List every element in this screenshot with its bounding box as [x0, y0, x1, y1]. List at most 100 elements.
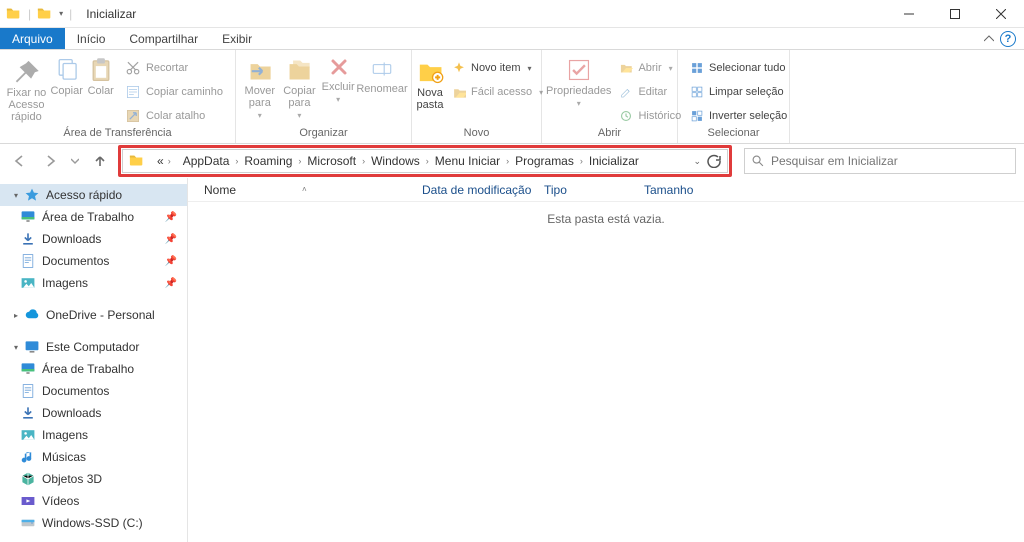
download-icon: [20, 231, 36, 247]
paste-button[interactable]: Colar: [84, 53, 117, 97]
quick-access[interactable]: ▾Acesso rápido: [0, 184, 187, 206]
open-button[interactable]: Abrir▾: [615, 57, 685, 79]
properties-icon: [566, 57, 592, 83]
breadcrumb-segment[interactable]: Roaming: [238, 154, 298, 168]
download-icon: [20, 405, 36, 421]
copy-to-button[interactable]: Copiar para▾: [280, 53, 320, 120]
breadcrumb-segment[interactable]: Inicializar: [583, 154, 645, 168]
pictures-icon: [20, 427, 36, 443]
select-all-icon: [690, 61, 704, 75]
navigation-pane[interactable]: ▾Acesso rápido Área de Trabalho📌 Downloa…: [0, 178, 188, 542]
select-all-button[interactable]: Selecionar tudo: [686, 57, 791, 79]
column-type[interactable]: Tipo: [544, 183, 644, 197]
star-icon: [24, 187, 40, 203]
cut-button[interactable]: Recortar: [121, 57, 227, 79]
address-dropdown-button[interactable]: ⌄: [693, 156, 701, 167]
refresh-button[interactable]: [707, 154, 721, 168]
sidebar-item-pc-music[interactable]: Músicas: [0, 446, 187, 468]
delete-button[interactable]: Excluir▾: [319, 53, 357, 104]
pin-quickaccess-button[interactable]: Fixar no Acesso rápido: [4, 53, 49, 123]
column-modified[interactable]: Data de modificação: [422, 183, 544, 197]
move-to-button[interactable]: Mover para▾: [240, 53, 280, 120]
sidebar-item-pc-drive-c[interactable]: Windows-SSD (C:): [0, 512, 187, 534]
column-size[interactable]: Tamanho: [644, 183, 724, 197]
desktop-icon: [20, 361, 36, 377]
copy-label: Copiar: [50, 85, 82, 97]
sidebar-item-pc-documents[interactable]: Documentos: [0, 380, 187, 402]
edit-icon: [619, 85, 633, 99]
3d-icon: [20, 471, 36, 487]
expand-icon[interactable]: ▾: [14, 343, 18, 352]
copy-to-icon: [286, 57, 312, 83]
spark-icon: [452, 61, 466, 75]
breadcrumb-segment[interactable]: Windows: [365, 154, 426, 168]
minimize-button[interactable]: [886, 0, 932, 28]
breadcrumb-segment[interactable]: Menu Iniciar: [429, 154, 506, 168]
sidebar-item-pc-downloads[interactable]: Downloads: [0, 402, 187, 424]
empty-folder-message: Esta pasta está vazia.: [188, 202, 1024, 542]
rename-icon: [370, 57, 394, 81]
edit-button[interactable]: Editar: [615, 81, 685, 103]
pin-icon: 📌: [165, 234, 177, 245]
chevron-down-icon: ▾: [336, 95, 340, 104]
chevron-down-icon: ▾: [577, 99, 581, 108]
breadcrumb-start[interactable]: « ›: [151, 154, 177, 168]
breadcrumb-segment[interactable]: AppData: [177, 154, 236, 168]
maximize-button[interactable]: [932, 0, 978, 28]
chevron-down-icon: ▾: [669, 64, 673, 73]
history-button[interactable]: Histórico: [615, 105, 685, 127]
tab-view[interactable]: Exibir: [210, 28, 264, 49]
chevron-down-icon: ▾: [258, 111, 262, 120]
easy-access-button[interactable]: Fácil acesso▾: [448, 81, 547, 103]
move-to-icon: [247, 57, 273, 83]
sort-asc-icon: ˄: [302, 185, 307, 194]
sidebar-item-pc-desktop[interactable]: Área de Trabalho: [0, 358, 187, 380]
nav-forward-button[interactable]: [38, 149, 62, 173]
nav-back-button[interactable]: [8, 149, 32, 173]
sidebar-item-this-pc[interactable]: ▾Este Computador: [0, 336, 187, 358]
sidebar-item-pictures[interactable]: Imagens📌: [0, 272, 187, 294]
tab-file[interactable]: Arquivo: [0, 28, 65, 49]
properties-button[interactable]: Propriedades▾: [546, 53, 611, 108]
group-label-new: Novo: [416, 127, 537, 143]
paste-shortcut-button[interactable]: Colar atalho: [121, 105, 227, 127]
monitor-icon: [24, 339, 40, 355]
breadcrumb-segment[interactable]: Microsoft: [301, 154, 362, 168]
folder-icon: [6, 6, 22, 22]
folder-icon: [129, 153, 145, 169]
sidebar-item-documents[interactable]: Documentos📌: [0, 250, 187, 272]
new-folder-button[interactable]: Nova pasta: [416, 53, 444, 111]
select-invert-button[interactable]: Inverter seleção: [686, 105, 791, 127]
search-box[interactable]: [744, 148, 1016, 174]
drive-icon: [20, 515, 36, 531]
copy-button[interactable]: Copiar: [49, 53, 85, 97]
address-bar[interactable]: « › AppData›Roaming›Microsoft›Windows›Me…: [122, 149, 728, 173]
select-none-button[interactable]: Limpar seleção: [686, 81, 791, 103]
sidebar-item-pc-videos[interactable]: Vídeos: [0, 490, 187, 512]
qat-folder-icon[interactable]: [37, 6, 53, 22]
expand-icon[interactable]: ▸: [14, 311, 18, 320]
sidebar-item-desktop[interactable]: Área de Trabalho📌: [0, 206, 187, 228]
tab-home[interactable]: Início: [65, 28, 118, 49]
nav-up-button[interactable]: [88, 149, 112, 173]
copy-path-icon: [125, 84, 141, 100]
copy-path-button[interactable]: Copiar caminho: [121, 81, 227, 103]
column-headers[interactable]: Nome˄ Data de modificação Tipo Tamanho: [188, 178, 1024, 202]
sidebar-item-downloads[interactable]: Downloads📌: [0, 228, 187, 250]
qat-chevron-icon[interactable]: ▾: [59, 9, 63, 18]
ribbon-collapse-button[interactable]: [978, 28, 1000, 49]
sidebar-item-onedrive[interactable]: ▸OneDrive - Personal: [0, 304, 187, 326]
close-button[interactable]: [978, 0, 1024, 28]
tab-share[interactable]: Compartilhar: [117, 28, 210, 49]
cloud-icon: [24, 307, 40, 323]
rename-button[interactable]: Renomear: [357, 53, 407, 95]
pin-icon: 📌: [165, 278, 177, 289]
nav-recent-button[interactable]: [68, 149, 82, 173]
search-input[interactable]: [771, 154, 1009, 168]
sidebar-item-pc-pictures[interactable]: Imagens: [0, 424, 187, 446]
breadcrumb-segment[interactable]: Programas: [509, 154, 580, 168]
column-name[interactable]: Nome˄: [204, 183, 422, 197]
help-button[interactable]: ?: [1000, 31, 1016, 47]
new-item-button[interactable]: Novo item▾: [448, 57, 547, 79]
sidebar-item-pc-3dobjects[interactable]: Objetos 3D: [0, 468, 187, 490]
